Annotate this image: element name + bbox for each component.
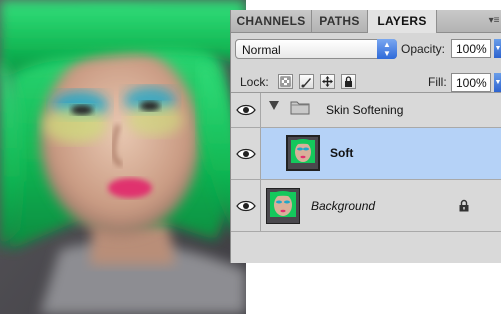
blend-mode-select[interactable]: Normal ▲ ▼ (235, 39, 397, 59)
opacity-field[interactable]: 100% (451, 39, 491, 58)
eye-icon (236, 148, 256, 159)
layer-group-row[interactable]: Skin Softening (231, 93, 501, 128)
lock-icon (459, 199, 469, 212)
lock-image-pixels-icon[interactable] (299, 74, 314, 89)
portrait-illustration (0, 0, 246, 314)
lock-position-icon[interactable] (320, 74, 335, 89)
lock-transparent-pixels-icon[interactable] (278, 74, 293, 89)
layers-options-bar: Normal ▲ ▼ Opacity: 100% ▼ Lock: Fill: 10… (231, 33, 501, 93)
fill-label: Fill: (428, 75, 447, 89)
lock-label: Lock: (240, 75, 269, 89)
tab-channels[interactable]: CHANNELS (231, 10, 312, 32)
visibility-toggle[interactable] (231, 128, 261, 179)
tab-layers[interactable]: LAYERS (368, 10, 437, 33)
layer-name: Skin Softening (326, 103, 404, 117)
fill-slider-button[interactable]: ▼ (494, 73, 501, 92)
panel-menu-icon[interactable]: ▾≡ (486, 10, 501, 32)
visibility-toggle[interactable] (231, 93, 261, 127)
opacity-label: Opacity: (401, 42, 446, 56)
eye-icon (236, 200, 256, 211)
layer-row-background[interactable]: Background (231, 180, 501, 232)
layers-panel: CHANNELS PATHS LAYERS ▾≡ Normal ▲ ▼ Opaci… (230, 10, 501, 263)
portrait-photo (0, 0, 246, 314)
panel-tab-bar: CHANNELS PATHS LAYERS ▾≡ (231, 10, 501, 33)
eye-icon (236, 104, 256, 116)
layer-row-soft[interactable]: Soft (231, 128, 501, 180)
layer-thumbnail (266, 188, 300, 224)
tab-paths[interactable]: PATHS (312, 10, 368, 32)
folder-icon (290, 101, 310, 115)
layer-name: Soft (330, 146, 354, 160)
layer-name: Background (311, 199, 376, 213)
layer-thumbnail (286, 135, 320, 171)
fill-field[interactable]: 100% (451, 73, 491, 92)
visibility-toggle[interactable] (231, 180, 261, 231)
group-expand-triangle-icon[interactable] (269, 101, 279, 110)
layers-empty-area (231, 240, 501, 263)
blend-mode-value: Normal (242, 43, 281, 57)
lock-all-icon[interactable] (341, 74, 356, 89)
select-arrows-icon: ▲ ▼ (377, 39, 397, 59)
opacity-slider-button[interactable]: ▼ (494, 39, 501, 58)
layers-list: Skin Softening Soft Background (231, 93, 501, 263)
